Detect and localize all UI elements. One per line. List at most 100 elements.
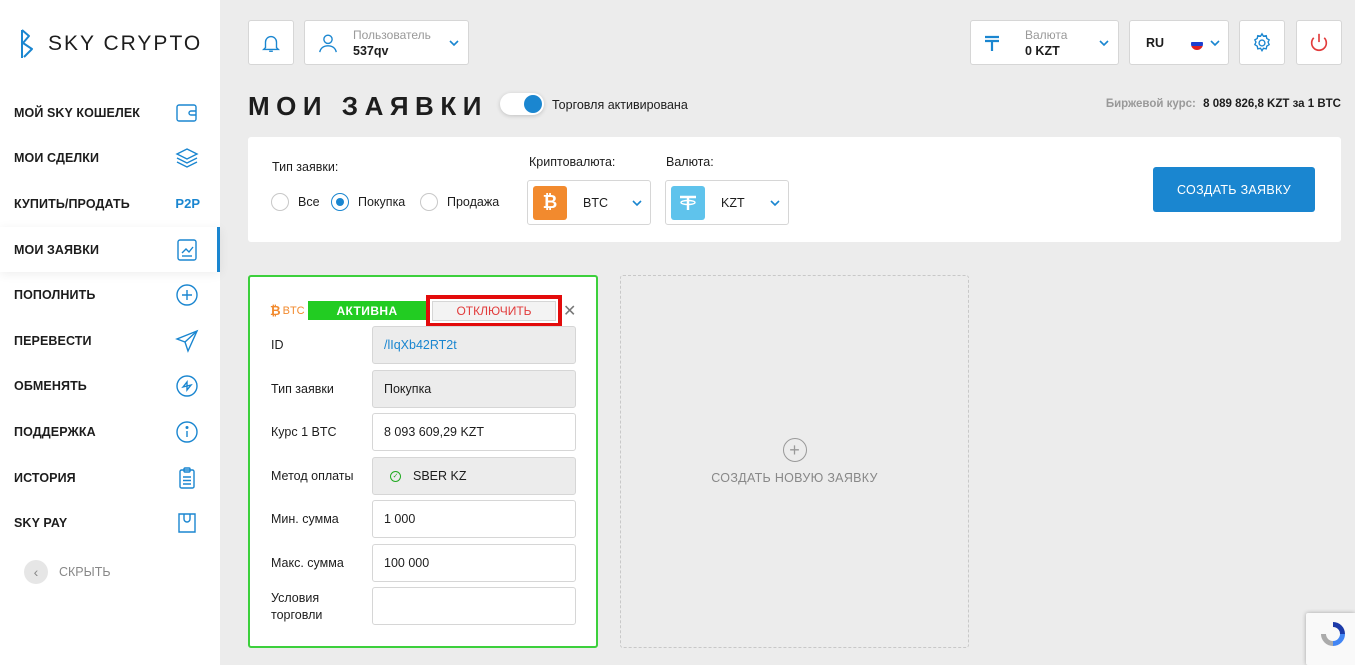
sidebar-item-label: МОЙ SKY КОШЕЛЕК bbox=[14, 105, 141, 120]
max-amount-input[interactable]: 100 000 bbox=[372, 544, 576, 582]
radio-circle bbox=[331, 193, 349, 211]
sidebar-item-label: SKY PAY bbox=[14, 516, 68, 531]
disable-order-label: ОТКЛЮЧИТЬ bbox=[432, 301, 556, 321]
bitcoin-icon: ₿ bbox=[533, 185, 567, 220]
sidebar-item-transfer[interactable]: ПЕРЕВЕСТИ bbox=[0, 318, 220, 364]
plus-circle-icon bbox=[174, 282, 200, 308]
tenge-icon bbox=[985, 35, 999, 51]
radio-label: Все bbox=[298, 195, 320, 209]
sidebar-item-history[interactable]: ИСТОРИЯ bbox=[0, 455, 220, 501]
collapse-label: СКРЫТЬ bbox=[59, 565, 111, 579]
settings-button[interactable] bbox=[1239, 20, 1285, 65]
sidebar-item-label: ПОПОЛНИТЬ bbox=[14, 288, 96, 303]
russia-flag-icon bbox=[1191, 38, 1203, 50]
min-amount-label: Мин. сумма bbox=[271, 512, 339, 526]
order-id-label: ID bbox=[271, 338, 284, 352]
crypto-label: Криптовалюта: bbox=[529, 155, 616, 169]
sidebar-item-support[interactable]: ПОДДЕРЖКА bbox=[0, 409, 220, 455]
create-order-button[interactable]: СОЗДАТЬ ЗАЯВКУ bbox=[1153, 167, 1315, 212]
notifications-button[interactable] bbox=[248, 20, 294, 65]
rate-input[interactable]: 8 093 609,29 KZT bbox=[372, 413, 576, 451]
user-icon bbox=[319, 34, 337, 52]
payment-method-value: SBER KZ bbox=[413, 469, 467, 483]
send-icon bbox=[174, 328, 200, 354]
check-icon: ✓ bbox=[390, 470, 401, 482]
chevron-down-icon bbox=[1210, 40, 1220, 47]
collapse-sidebar-button[interactable]: ‹ СКРЫТЬ bbox=[24, 560, 111, 584]
disable-order-button[interactable]: ОТКЛЮЧИТЬ bbox=[426, 295, 562, 327]
min-amount-input[interactable]: 1 000 bbox=[372, 500, 576, 538]
sidebar-item-label: ОБМЕНЯТЬ bbox=[14, 379, 87, 394]
recaptcha-badge[interactable] bbox=[1306, 613, 1355, 665]
sidebar-item-deposit[interactable]: ПОПОЛНИТЬ bbox=[0, 272, 220, 318]
rate-label: Биржевой курс: bbox=[1105, 98, 1196, 110]
wallet-icon bbox=[174, 100, 200, 126]
currency-select[interactable]: KZT bbox=[665, 180, 789, 225]
currency-filter-label: Валюта: bbox=[666, 155, 714, 169]
language-selector[interactable]: RU bbox=[1129, 20, 1229, 65]
logout-button[interactable] bbox=[1296, 20, 1342, 65]
crypto-value: BTC bbox=[583, 195, 608, 210]
payment-method-field: ✓ SBER KZ bbox=[372, 457, 576, 495]
sidebar-nav: МОЙ SKY КОШЕЛЕК МОИ СДЕЛКИ КУПИТЬ/ПРОДАТ… bbox=[0, 90, 220, 546]
trading-toggle[interactable] bbox=[500, 93, 544, 115]
user-menu[interactable]: Пользователь 537qv bbox=[304, 20, 469, 65]
bitcoin-icon: ₿ bbox=[270, 303, 281, 318]
new-order-label: СОЗДАТЬ НОВУЮ ЗАЯВКУ bbox=[711, 471, 878, 485]
sidebar-item-exchange[interactable]: ОБМЕНЯТЬ bbox=[0, 364, 220, 410]
status-badge: АКТИВНА bbox=[308, 301, 426, 320]
sidebar-item-sky-pay[interactable]: SKY PAY bbox=[0, 500, 220, 546]
recaptcha-icon bbox=[1321, 622, 1345, 646]
gear-icon bbox=[1253, 32, 1271, 52]
radio-label: Продажа bbox=[447, 195, 500, 209]
chevron-down-icon bbox=[632, 200, 642, 207]
currency-selector[interactable]: Валюта 0 KZT bbox=[970, 20, 1119, 65]
chart-icon bbox=[174, 237, 200, 263]
power-icon bbox=[1310, 33, 1328, 51]
radio-label: Покупка bbox=[358, 195, 406, 209]
bag-icon bbox=[174, 510, 200, 536]
rate-field-label: Курс 1 BTC bbox=[271, 425, 337, 439]
trade-terms-input[interactable] bbox=[372, 587, 576, 625]
currency-label: Валюта bbox=[1025, 27, 1068, 42]
new-order-card[interactable]: + СОЗДАТЬ НОВУЮ ЗАЯВКУ bbox=[620, 275, 969, 648]
sidebar-item-my-orders[interactable]: МОИ ЗАЯВКИ bbox=[0, 226, 220, 273]
currency-balance: 0 KZT bbox=[1025, 43, 1060, 58]
tether-icon bbox=[671, 185, 705, 220]
rate-value: 8 089 826,8 KZT за 1 BTC bbox=[1203, 98, 1341, 110]
filter-panel: Тип заявки: Все Покупка Продажа Криптова… bbox=[248, 137, 1341, 242]
sidebar-item-wallet[interactable]: МОЙ SKY КОШЕЛЕК bbox=[0, 90, 220, 136]
info-icon bbox=[174, 419, 200, 445]
chevron-left-icon: ‹ bbox=[24, 560, 48, 584]
radio-circle bbox=[271, 193, 289, 211]
username: 537qv bbox=[353, 43, 389, 58]
user-label: Пользователь bbox=[353, 27, 431, 42]
sidebar-item-label: МОИ ЗАЯВКИ bbox=[14, 242, 100, 257]
exchange-rate: Биржевой курс: 8 089 826,8 KZT за 1 BTC bbox=[1106, 98, 1341, 110]
order-id-field[interactable]: /lIqXb42RT2t bbox=[372, 326, 576, 364]
radio-all[interactable]: Все bbox=[271, 193, 320, 211]
bell-icon bbox=[262, 35, 280, 52]
max-amount-label: Макс. сумма bbox=[271, 556, 344, 570]
radio-sell[interactable]: Продажа bbox=[420, 193, 499, 211]
sidebar-item-label: МОИ СДЕЛКИ bbox=[14, 151, 100, 166]
language-code: RU bbox=[1146, 35, 1165, 50]
order-coin: ₿ BTC bbox=[270, 303, 305, 318]
sidebar-item-buy-sell[interactable]: КУПИТЬ/ПРОДАТЬ P2P bbox=[0, 181, 220, 227]
close-icon[interactable]: ✕ bbox=[563, 301, 576, 321]
payment-method-label: Метод оплаты bbox=[271, 469, 354, 483]
order-card: ₿ BTC АКТИВНА ОТКЛЮЧИТЬ ✕ ID /lIqXb42RT2… bbox=[248, 275, 598, 648]
trading-status-label: Торговля активирована bbox=[552, 98, 688, 112]
sidebar-item-label: КУПИТЬ/ПРОДАТЬ bbox=[14, 196, 130, 211]
exchange-icon bbox=[174, 373, 200, 399]
sidebar-item-label: ПОДДЕРЖКА bbox=[14, 424, 96, 439]
sidebar-item-deals[interactable]: МОИ СДЕЛКИ bbox=[0, 136, 220, 182]
radio-buy[interactable]: Покупка bbox=[331, 193, 405, 211]
sidebar-item-label: ПЕРЕВЕСТИ bbox=[14, 333, 92, 348]
logo[interactable]: SKY CRYPTO bbox=[20, 28, 202, 60]
sidebar-item-label: ИСТОРИЯ bbox=[14, 470, 76, 485]
radio-circle bbox=[420, 193, 438, 211]
crypto-select[interactable]: ₿ BTC bbox=[527, 180, 651, 225]
p2p-badge: P2P bbox=[175, 196, 200, 212]
logo-mark-icon bbox=[21, 29, 33, 58]
